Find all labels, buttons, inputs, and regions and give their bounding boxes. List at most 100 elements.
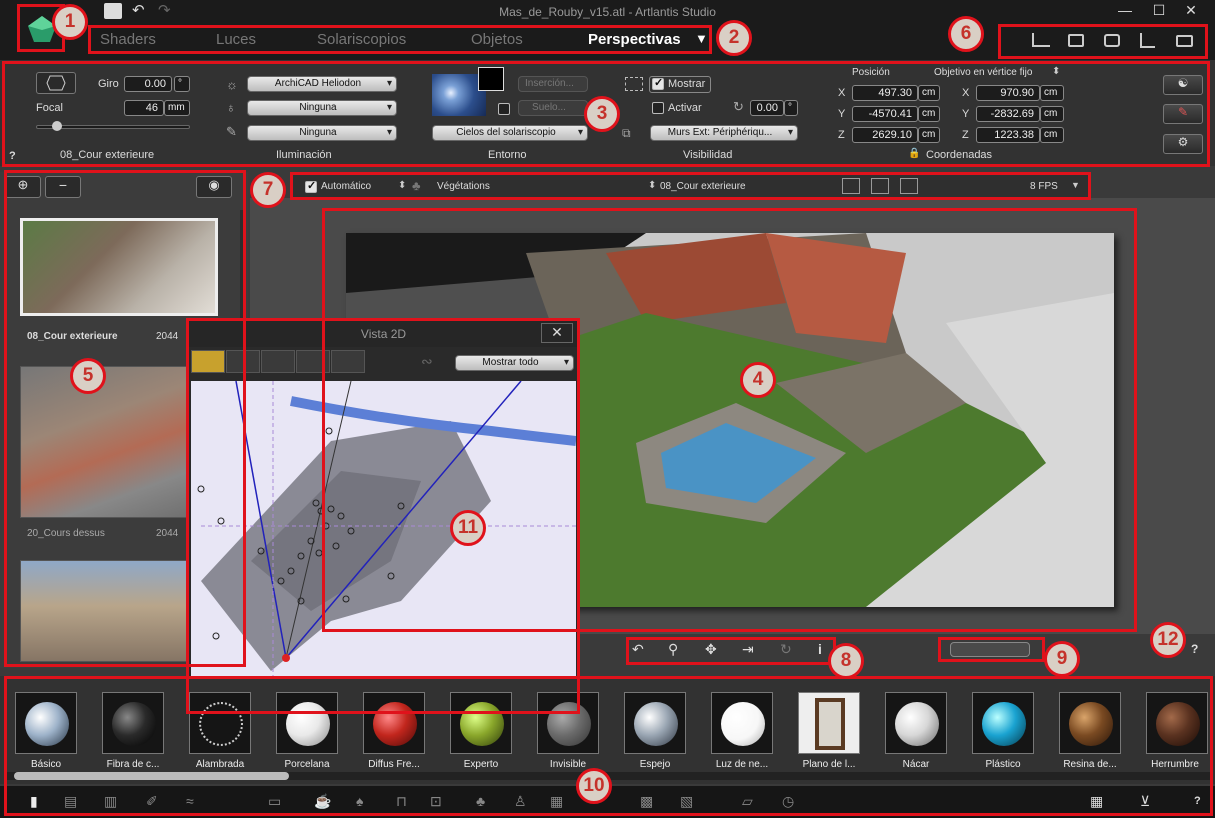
maximize-button[interactable]: ☐	[1144, 2, 1174, 19]
insertion-button[interactable]: Inserción...	[518, 76, 588, 92]
fit-view-icon[interactable]	[871, 178, 889, 194]
sky-select[interactable]: Cielos del solariscopio	[432, 125, 588, 141]
clock-icon[interactable]: ◷	[782, 793, 794, 810]
axis-tool-icon[interactable]	[1032, 33, 1050, 47]
tab-dropdown-icon[interactable]: ▼	[695, 31, 708, 46]
eye-icon[interactable]: ◉	[196, 176, 232, 198]
billboard-icon[interactable]: ▩	[640, 793, 653, 810]
material-swatch-espejo[interactable]	[624, 692, 686, 754]
lamp-icon[interactable]: ♠	[356, 793, 363, 809]
auto-stepper-icon[interactable]: ⬍	[398, 180, 406, 191]
grid-view-icon[interactable]: ▦	[1090, 793, 1103, 810]
lock-icon[interactable]: 🔒	[908, 148, 920, 159]
pos-y-field[interactable]: -4570.41	[852, 106, 918, 122]
yin-yang-button[interactable]: ☯	[1163, 75, 1203, 95]
split-view-icon[interactable]	[842, 178, 860, 194]
view-cube-icon[interactable]	[36, 72, 76, 94]
help-icon[interactable]: ?	[9, 150, 16, 162]
light-select-1[interactable]: Ninguna	[247, 100, 397, 116]
ground-checkbox[interactable]	[498, 103, 510, 115]
viewport-help-icon[interactable]: ?	[1191, 642, 1198, 656]
fps-dropdown-icon[interactable]: ▼	[1071, 180, 1080, 190]
right-view-icon[interactable]	[261, 350, 295, 373]
paint-roller-icon[interactable]: ▮	[30, 793, 38, 810]
left-view-icon[interactable]	[331, 350, 365, 373]
material-swatch-luz[interactable]	[711, 692, 773, 754]
focal-field[interactable]: 46	[124, 100, 164, 116]
settings-button[interactable]: ⚙	[1163, 134, 1203, 154]
refresh-icon[interactable]: ↻	[780, 641, 792, 658]
building-icon[interactable]: ▦	[550, 793, 563, 810]
catalog-help-icon[interactable]: ?	[1194, 795, 1201, 807]
tree-category-icon[interactable]: ♣	[476, 793, 485, 809]
tab-shaders[interactable]: Shaders	[100, 31, 156, 48]
view-mode-icon[interactable]	[900, 178, 918, 194]
material-swatch-nacar[interactable]	[885, 692, 947, 754]
close-button[interactable]: ✕	[1176, 2, 1206, 19]
crop-icon[interactable]	[1140, 33, 1155, 48]
view-stepper-icon[interactable]: ⬍	[648, 180, 656, 191]
roof-tiles-icon[interactable]: ▥	[104, 793, 117, 810]
material-swatch-plano[interactable]	[798, 692, 860, 754]
plan-canvas[interactable]	[191, 381, 576, 685]
brick-icon[interactable]: ▤	[64, 793, 77, 810]
multiview-icon[interactable]	[1068, 34, 1084, 47]
material-swatch-experto[interactable]	[450, 692, 512, 754]
catalog-scroll-thumb[interactable]	[14, 772, 289, 780]
vista-2d-filter-select[interactable]: Mostrar todo	[455, 355, 574, 371]
material-swatch-alambrada[interactable]	[189, 692, 251, 754]
minimize-button[interactable]: —	[1110, 2, 1140, 18]
plan-view-icon[interactable]	[191, 350, 225, 373]
brush-icon[interactable]: ✐	[146, 793, 158, 810]
pos-x-field[interactable]: 497.30	[852, 85, 918, 101]
info-icon[interactable]: i	[818, 641, 822, 657]
view-thumbnail-1[interactable]	[20, 218, 218, 316]
walk-icon[interactable]: ⇥	[742, 641, 754, 658]
cart-icon[interactable]: ⊻	[1140, 793, 1150, 810]
tab-objetos[interactable]: Objetos	[471, 31, 523, 48]
pan-icon[interactable]: ✥	[705, 641, 717, 658]
pos-z-field[interactable]: 2629.10	[852, 127, 918, 143]
tab-luces[interactable]: Luces	[216, 31, 256, 48]
material-swatch-fibra[interactable]	[102, 692, 164, 754]
heliodon-select[interactable]: ArchiCAD Heliodon	[247, 76, 397, 92]
material-swatch-invisible[interactable]	[537, 692, 599, 754]
tab-solariscopios[interactable]: Solariscopios	[317, 31, 406, 48]
zoom-icon[interactable]: ⚲	[668, 641, 678, 658]
image-icon[interactable]: ▧	[680, 793, 693, 810]
person-icon[interactable]: ♙	[514, 793, 527, 810]
material-swatch-plastico[interactable]	[972, 692, 1034, 754]
front-view-icon[interactable]	[226, 350, 260, 373]
back-view-icon[interactable]	[296, 350, 330, 373]
ground-button[interactable]: Suelo...	[518, 100, 588, 116]
layer-select[interactable]: Murs Ext: Périphériqu...	[650, 125, 798, 141]
tab-perspectivas[interactable]: Perspectivas	[588, 31, 681, 48]
angle-field[interactable]: 0.00	[750, 100, 784, 116]
remove-view-button[interactable]: −	[45, 176, 81, 198]
camera-icon[interactable]	[1104, 34, 1120, 47]
cup-icon[interactable]: ☕	[314, 793, 331, 810]
target-x-field[interactable]: 970.90	[976, 85, 1040, 101]
vista-2d-close[interactable]: ✕	[541, 323, 573, 343]
sofa-icon[interactable]: ▭	[268, 793, 281, 810]
activar-checkbox[interactable]	[652, 102, 664, 114]
focal-slider-handle[interactable]	[52, 121, 62, 131]
material-swatch-basico[interactable]	[15, 692, 77, 754]
undo-view-icon[interactable]: ↶	[632, 641, 644, 658]
foreground-swatch[interactable]	[478, 67, 504, 91]
color-edit-button[interactable]: ✎	[1163, 104, 1203, 124]
link-icon[interactable]: ∾	[421, 353, 433, 370]
material-swatch-porcelana[interactable]	[276, 692, 338, 754]
render-region-icon[interactable]	[1176, 35, 1193, 47]
water-icon[interactable]: ≈	[186, 793, 194, 809]
target-z-field[interactable]: 1223.38	[976, 127, 1040, 143]
folder-icon[interactable]: ▱	[742, 793, 753, 810]
desk-icon[interactable]: ⊓	[396, 793, 407, 810]
auto-checkbox[interactable]	[305, 179, 317, 193]
target-y-field[interactable]: -2832.69	[976, 106, 1040, 122]
add-view-button[interactable]: ⊕	[5, 176, 41, 198]
giro-field[interactable]: 0.00	[124, 76, 172, 92]
material-swatch-resina[interactable]	[1059, 692, 1121, 754]
light-select-2[interactable]: Ninguna	[247, 125, 397, 141]
material-swatch-herrumbre[interactable]	[1146, 692, 1208, 754]
